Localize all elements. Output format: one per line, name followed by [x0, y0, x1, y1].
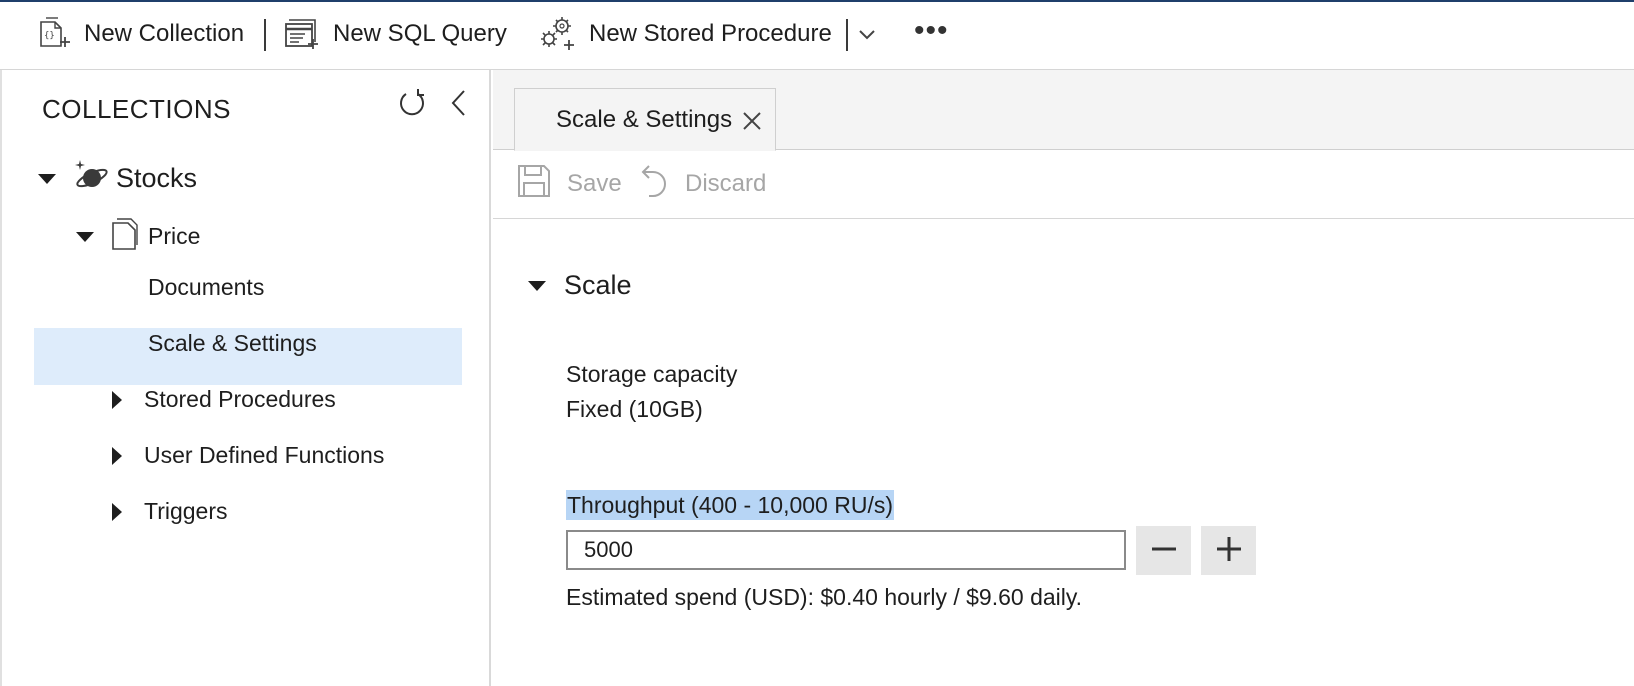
spend-value: $0.40 hourly / $9.60 daily.: [820, 584, 1083, 610]
more-options-button[interactable]: •••: [914, 14, 949, 48]
expand-arrow-icon[interactable]: [38, 173, 56, 184]
save-icon: [517, 164, 551, 205]
throughput-label-text: Throughput (400 - 10,000 RU/s): [566, 490, 895, 520]
tree-item-collection[interactable]: Price: [76, 217, 200, 256]
expand-arrow-icon[interactable]: [112, 390, 122, 409]
expand-arrow-icon[interactable]: [112, 502, 122, 521]
new-stored-procedure-label: New Stored Procedure: [589, 20, 832, 47]
expand-arrow-icon[interactable]: [528, 280, 546, 291]
sidebar-item-label: User Defined Functions: [144, 442, 385, 468]
collections-sidebar: COLLECTIONS Stocks Price Documents Scale…: [0, 70, 491, 686]
estimated-spend: Estimated spend (USD): $0.40 hourly / $9…: [566, 584, 1082, 611]
minus-icon: [1149, 534, 1179, 567]
section-title: Scale: [564, 270, 632, 300]
new-collection-icon: {}: [36, 16, 72, 52]
sidebar-item-label: Scale & Settings: [148, 330, 317, 356]
database-planet-icon: [74, 158, 110, 199]
new-stored-procedure-icon: [537, 15, 577, 53]
new-stored-procedure-button[interactable]: New Stored Procedure: [537, 2, 832, 66]
increment-button[interactable]: [1201, 526, 1256, 575]
plus-icon: [1214, 534, 1244, 567]
decrement-button[interactable]: [1136, 526, 1191, 575]
collection-document-icon: [110, 217, 138, 256]
action-bar: Save Discard: [493, 150, 1634, 219]
throughput-label: Throughput (400 - 10,000 RU/s): [566, 490, 895, 520]
undo-icon: [635, 162, 669, 207]
tree-item-database[interactable]: Stocks: [38, 158, 197, 199]
sidebar-item-documents[interactable]: Documents: [148, 274, 264, 301]
toolbar-separator: [846, 19, 848, 51]
sidebar-item-stored-procedures[interactable]: Stored Procedures: [112, 386, 336, 413]
tab-scale-settings[interactable]: Scale & Settings: [514, 88, 776, 151]
sidebar-item-triggers[interactable]: Triggers: [112, 498, 228, 525]
new-collection-label: New Collection: [84, 20, 245, 47]
discard-label: Discard: [685, 170, 767, 197]
sidebar-item-label: Stored Procedures: [144, 386, 336, 412]
refresh-icon[interactable]: [397, 88, 427, 123]
close-icon[interactable]: [741, 110, 763, 137]
sidebar-item-user-defined-functions[interactable]: User Defined Functions: [112, 442, 384, 469]
chevron-down-icon[interactable]: [857, 24, 877, 49]
spend-prefix: Estimated spend (USD):: [566, 584, 821, 610]
command-bar: {} New Collection New SQL Query New Stor…: [0, 2, 1634, 70]
sidebar-item-scale-settings[interactable]: Scale & Settings: [148, 330, 317, 357]
save-label: Save: [567, 170, 622, 197]
new-sql-query-label: New SQL Query: [333, 20, 507, 47]
sidebar-item-label: Triggers: [144, 498, 228, 524]
throughput-input[interactable]: [566, 530, 1126, 570]
new-sql-query-icon: [283, 16, 321, 52]
storage-capacity-value: Fixed (10GB): [566, 396, 703, 422]
save-button[interactable]: Save: [517, 150, 622, 218]
svg-text:{}: {}: [44, 31, 55, 41]
collections-title: COLLECTIONS: [42, 94, 231, 124]
new-sql-query-button[interactable]: New SQL Query: [283, 2, 507, 66]
collapse-sidebar-icon[interactable]: [449, 88, 469, 123]
discard-button[interactable]: Discard: [635, 150, 766, 218]
new-collection-button[interactable]: {} New Collection: [36, 2, 244, 66]
toolbar-separator: [264, 19, 266, 51]
tab-label: Scale & Settings: [556, 106, 733, 133]
expand-arrow-icon[interactable]: [76, 231, 94, 242]
expand-arrow-icon[interactable]: [112, 446, 122, 465]
storage-capacity-label: Storage capacity: [566, 361, 738, 387]
database-label: Stocks: [116, 163, 198, 193]
scale-section-header[interactable]: Scale: [528, 270, 632, 301]
collection-label: Price: [148, 223, 201, 249]
sidebar-item-label: Documents: [148, 274, 265, 300]
